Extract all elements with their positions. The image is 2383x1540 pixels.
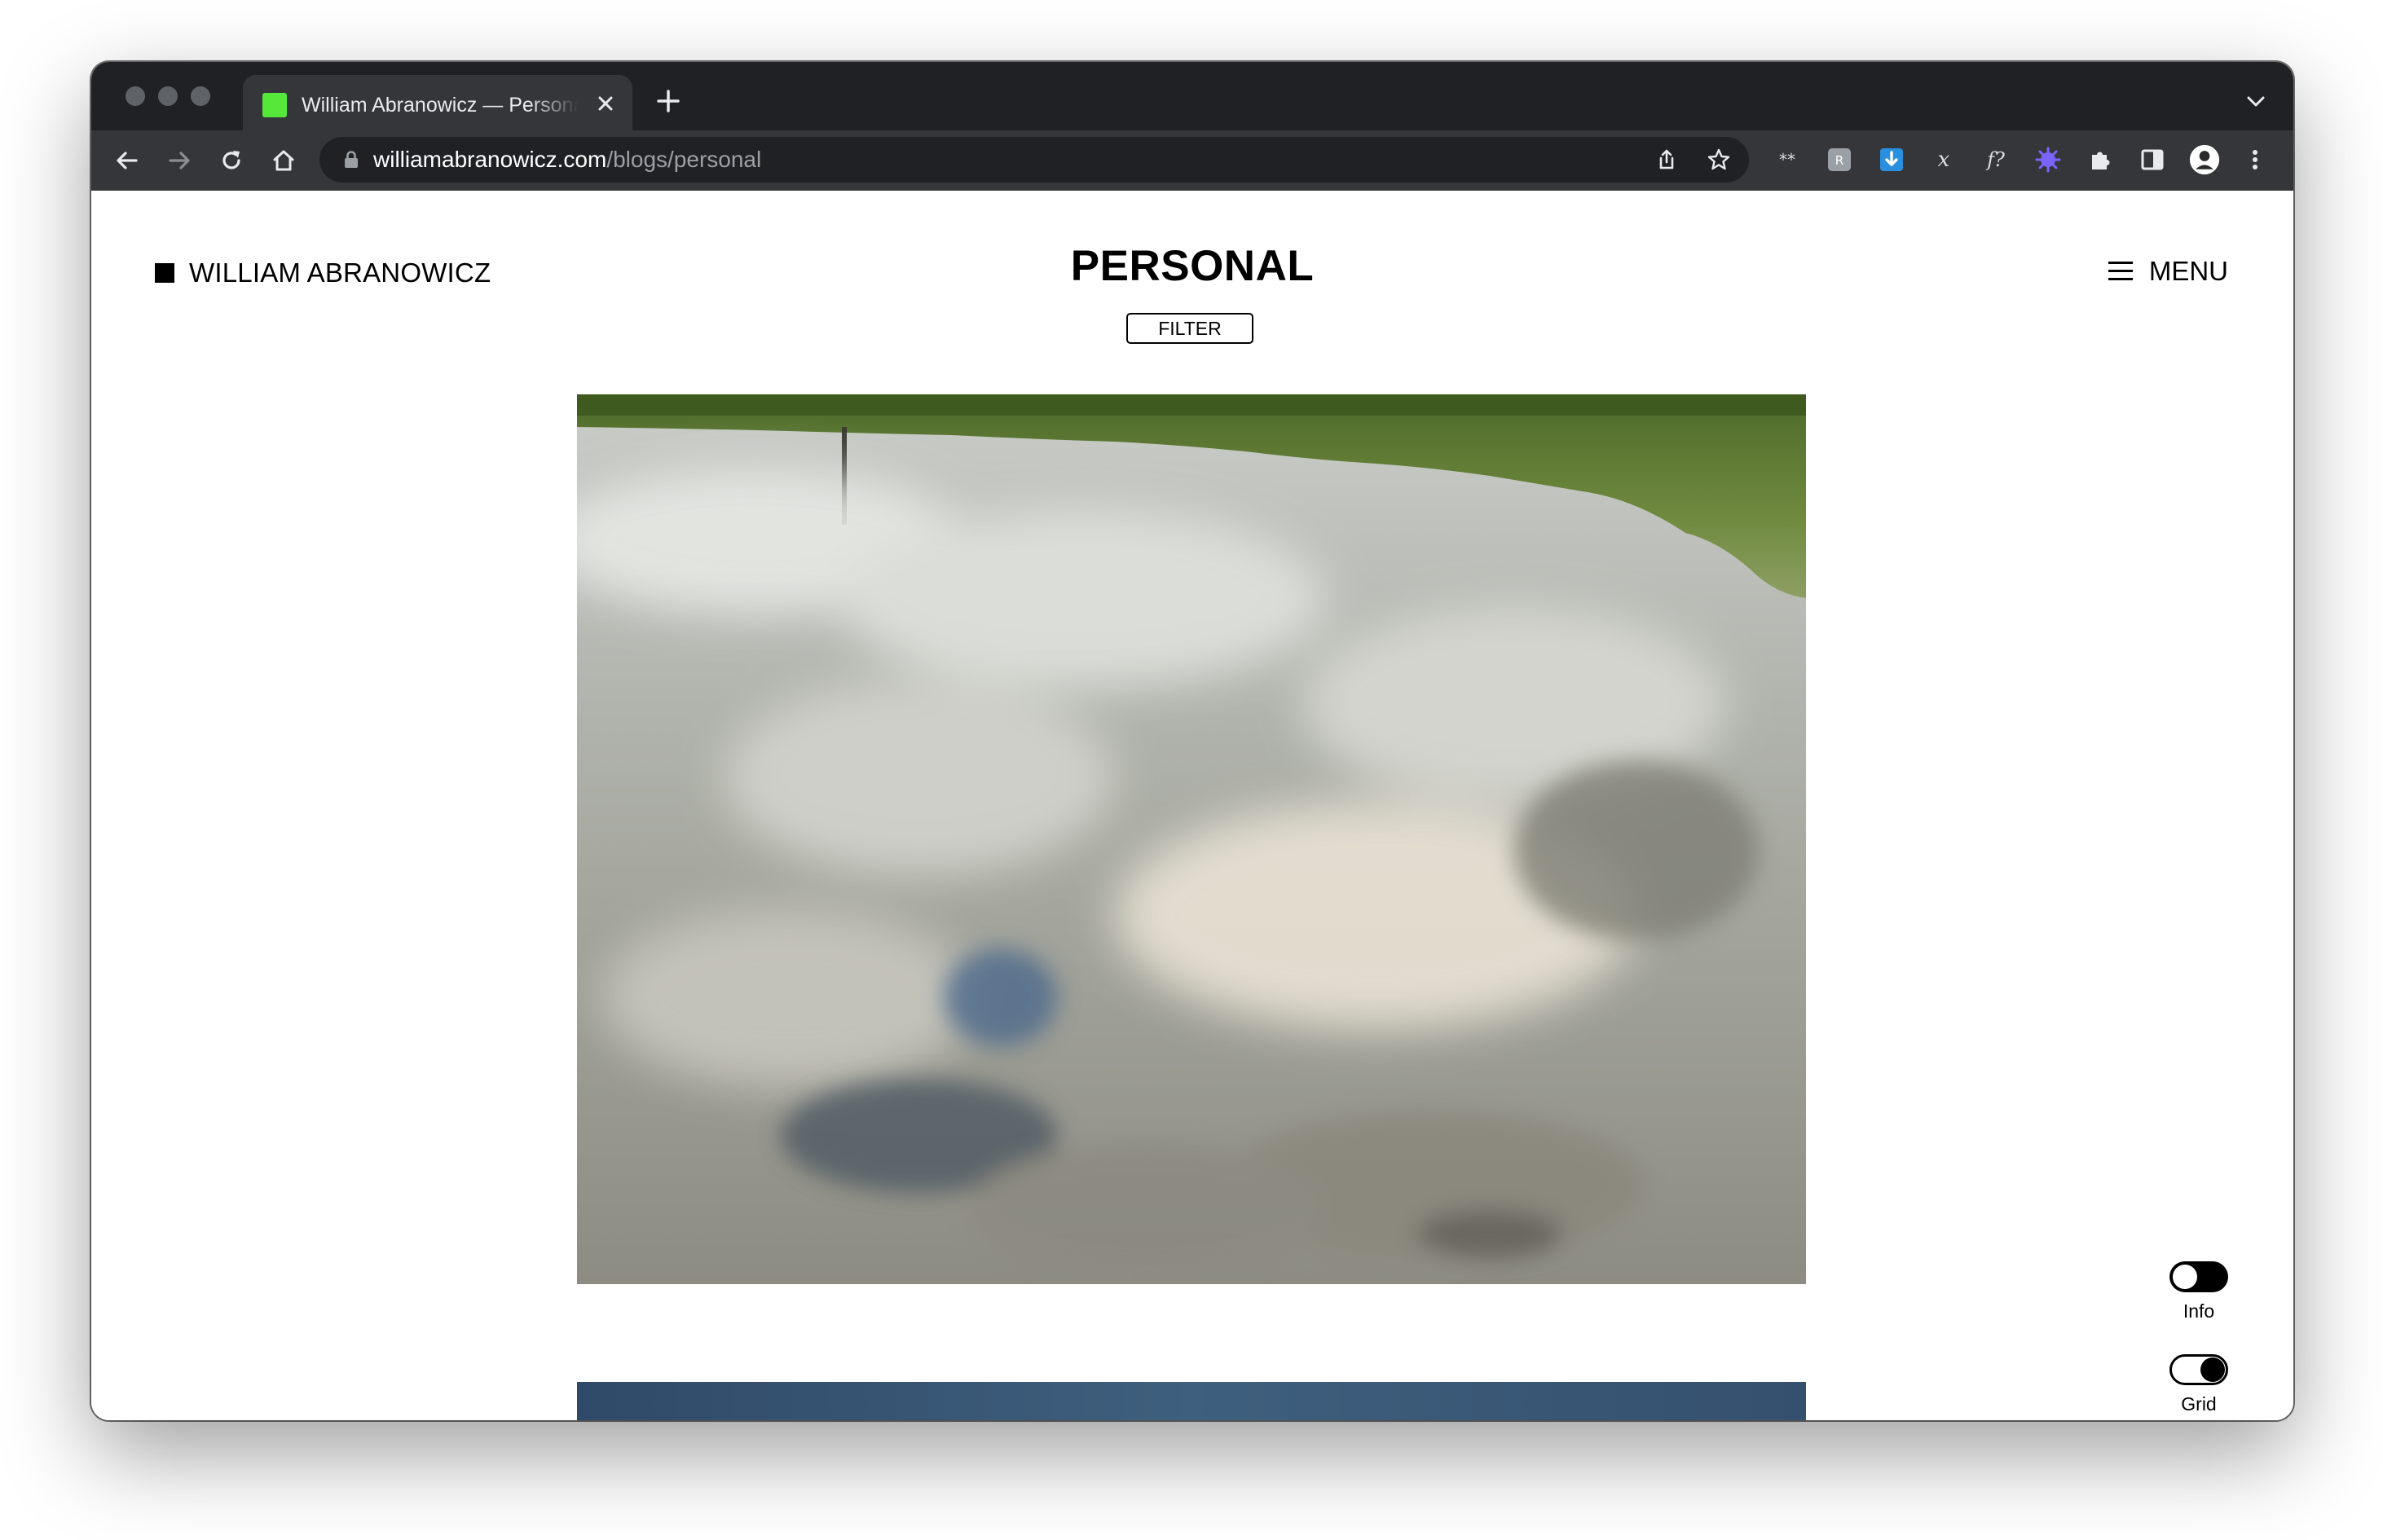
puzzle-icon[interactable] xyxy=(2085,144,2116,175)
window-minimize-button[interactable] xyxy=(158,86,178,106)
home-icon xyxy=(273,150,294,171)
svg-text:**: ** xyxy=(1779,150,1795,169)
menu-label: MENU xyxy=(2148,256,2228,286)
browser-menu-icon[interactable] xyxy=(2240,144,2271,175)
reload-button[interactable] xyxy=(214,143,249,178)
tab-close-icon[interactable] xyxy=(592,90,619,117)
dark-reader-icon[interactable]: ** xyxy=(1772,144,1803,175)
menu-button[interactable]: MENU xyxy=(2108,256,2228,287)
tab-title: William Abranowicz — Personal xyxy=(302,94,579,117)
blog-photo-cloud-reflection[interactable] xyxy=(577,394,1806,1284)
info-toggle-knob xyxy=(2173,1265,2197,1289)
mathpix-icon[interactable]: x xyxy=(1928,144,1959,175)
share-icon[interactable] xyxy=(1650,143,1683,176)
filter-button[interactable]: FILTER xyxy=(1126,313,1253,344)
url-host: williamabranowicz.com xyxy=(373,147,607,172)
url-path: /blogs/personal xyxy=(606,147,762,172)
side-panel-icon[interactable] xyxy=(2137,144,2168,175)
hamburger-icon xyxy=(2108,262,2133,281)
svg-text:x: x xyxy=(1938,147,1950,172)
back-arrow-icon xyxy=(117,152,138,169)
grid-toggle-knob xyxy=(2200,1357,2225,1382)
reload-icon xyxy=(222,151,240,169)
window-maximize-button[interactable] xyxy=(191,86,210,106)
grid-toggle-label: Grid xyxy=(2181,1393,2217,1415)
page-content: WILLIAM ABRANOWICZ PERSONAL FILTER MENU xyxy=(91,191,2293,1420)
color-picker-icon[interactable] xyxy=(2033,144,2064,175)
new-tab-icon[interactable] xyxy=(652,85,685,117)
forward-arrow-icon xyxy=(169,152,190,169)
download-icon[interactable] xyxy=(1876,144,1907,175)
address-bar[interactable]: williamabranowicz.com/blogs/personal xyxy=(319,137,1749,183)
browser-toolbar: williamabranowicz.com/blogs/personal ** … xyxy=(91,130,2293,191)
url-text: williamabranowicz.com/blogs/personal xyxy=(373,137,761,183)
grid-toggle[interactable] xyxy=(2169,1354,2228,1385)
font-finder-icon[interactable]: f? xyxy=(1980,144,2011,175)
info-toggle-label: Info xyxy=(2183,1300,2215,1322)
svg-text:R: R xyxy=(1835,153,1843,168)
browser-tab-active[interactable]: William Abranowicz — Personal xyxy=(243,75,632,130)
info-toggle[interactable] xyxy=(2169,1261,2228,1292)
bookmark-star-icon[interactable] xyxy=(1702,143,1735,176)
svg-text:f?: f? xyxy=(1985,148,2005,171)
info-toggle-group: Info xyxy=(2166,1261,2231,1322)
favicon-icon xyxy=(262,93,287,117)
lock-icon xyxy=(345,151,358,168)
home-button[interactable] xyxy=(266,143,302,178)
blog-photo-next[interactable] xyxy=(577,1382,1806,1420)
window-close-button[interactable] xyxy=(126,86,145,106)
tab-search-chevron-icon[interactable] xyxy=(2241,86,2271,116)
browser-window: William Abranowicz — Personal williamabr… xyxy=(91,62,2293,1420)
back-button[interactable] xyxy=(109,143,145,178)
grid-toggle-group: Grid xyxy=(2166,1354,2231,1415)
profile-avatar-icon[interactable] xyxy=(2189,144,2220,175)
tab-strip: William Abranowicz — Personal xyxy=(91,62,2293,130)
page-title: PERSONAL xyxy=(1070,242,1315,290)
shortcut-icon[interactable]: R xyxy=(1824,144,1855,175)
forward-button[interactable] xyxy=(161,143,197,178)
